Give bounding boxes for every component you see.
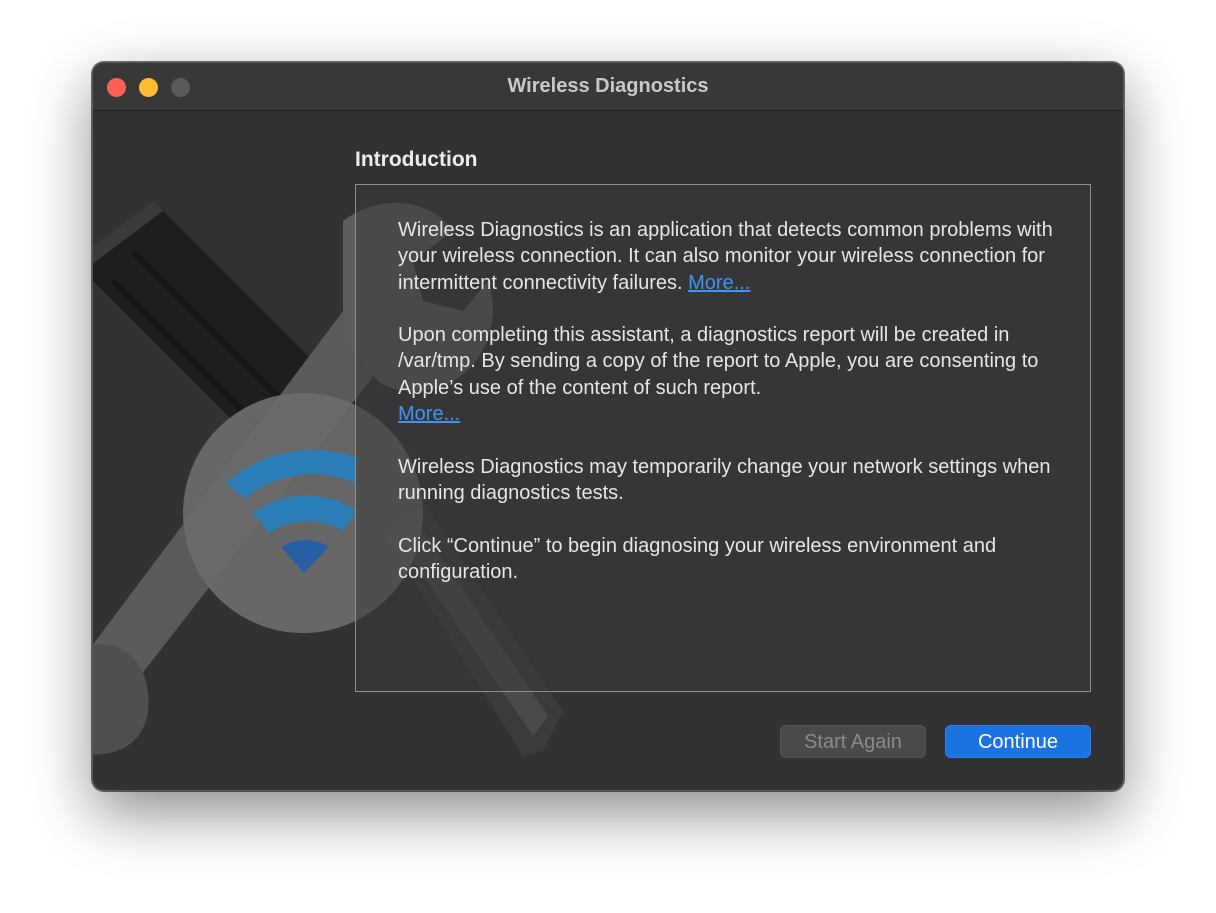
more-link-1[interactable]: More... [688, 272, 750, 294]
intro-paragraph-2: Upon completing this assistant, a diagno… [398, 322, 1068, 427]
title-bar[interactable]: Wireless Diagnostics [93, 63, 1123, 111]
intro-paragraph-4: Click “Continue” to begin diagnosing you… [398, 535, 997, 584]
intro-paragraph-1: Wireless Diagnostics is an application t… [398, 217, 1068, 296]
continue-button[interactable]: Continue [945, 725, 1091, 758]
more-link-2[interactable]: More... [398, 403, 460, 425]
section-heading: Introduction [355, 148, 478, 171]
introduction-text-box: Wireless Diagnostics is an application t… [355, 184, 1091, 692]
window-title: Wireless Diagnostics [507, 75, 709, 97]
intro-paragraph-2-text: Upon completing this assistant, a diagno… [398, 324, 1039, 399]
intro-paragraph-3: Wireless Diagnostics may temporarily cha… [398, 456, 1051, 505]
start-again-button[interactable]: Start Again [780, 725, 926, 758]
wireless-diagnostics-window: Wireless Diagnostics Introduction Wirele… [92, 62, 1124, 791]
